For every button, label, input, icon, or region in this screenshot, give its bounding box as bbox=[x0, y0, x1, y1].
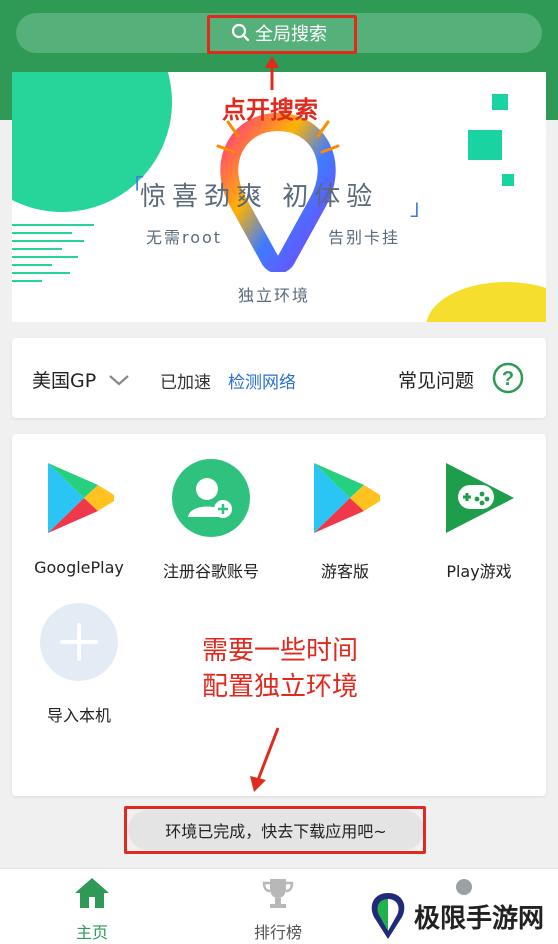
play-games-icon bbox=[446, 463, 514, 533]
app-googleplay[interactable]: GooglePlay bbox=[12, 458, 146, 577]
watermark-logo bbox=[371, 893, 405, 939]
banner-square-decoration bbox=[468, 130, 502, 160]
banner-square-decoration bbox=[502, 174, 514, 186]
banner-yellow-decoration bbox=[426, 282, 546, 322]
annotation-arrow-down bbox=[250, 727, 280, 792]
open-search-annotation: 点开搜索 bbox=[222, 96, 318, 124]
tab-label: 主页 bbox=[75, 923, 108, 942]
svg-text:?: ? bbox=[502, 368, 514, 390]
banner-bottom-text: 独立环境 bbox=[238, 286, 311, 305]
region-card: 美国GP 已加速 检测网络 常见问题 ? bbox=[12, 338, 546, 418]
add-account-icon bbox=[172, 459, 250, 537]
trophy-icon bbox=[262, 879, 294, 908]
banner-left-text: 无需root bbox=[146, 228, 223, 247]
banner-right-text: 告别卡挂 bbox=[328, 228, 401, 247]
annotation-arrow-up bbox=[265, 56, 279, 90]
watermark: 极限手游网 bbox=[366, 888, 558, 944]
tab-ranking[interactable]: 排行榜 bbox=[218, 877, 338, 943]
need-time-annotation-line1: 需要一些时间 bbox=[202, 636, 359, 666]
app-label: 导入本机 bbox=[46, 706, 111, 725]
home-icon bbox=[75, 878, 109, 908]
chevron-down-icon bbox=[109, 375, 129, 386]
tab-label: 排行榜 bbox=[253, 923, 302, 942]
google-play-icon bbox=[48, 463, 114, 533]
app-label: 游客版 bbox=[320, 562, 369, 581]
slogan-bracket-right: 」 bbox=[410, 196, 433, 221]
app-label: GooglePlay bbox=[34, 558, 124, 577]
help-icon[interactable]: ? bbox=[492, 362, 524, 394]
google-play-icon bbox=[314, 463, 380, 533]
banner-lines-decoration bbox=[12, 224, 94, 288]
banner-square-decoration bbox=[492, 94, 508, 110]
app-register-google-account[interactable]: 注册谷歌账号 bbox=[144, 458, 278, 582]
app-label: 注册谷歌账号 bbox=[162, 562, 259, 581]
toast-annotation-box bbox=[124, 806, 426, 854]
watermark-text: 极限手游网 bbox=[414, 903, 545, 934]
need-time-annotation-line2: 配置独立环境 bbox=[202, 672, 359, 702]
app-label: Play游戏 bbox=[446, 562, 512, 581]
acceleration-status: 已加速 bbox=[160, 373, 211, 393]
search-annotation-box bbox=[207, 15, 357, 54]
banner-slogan: 惊喜劲爽 初体验 bbox=[140, 182, 379, 212]
server-name: 美国GP bbox=[32, 370, 97, 392]
tab-home[interactable]: 主页 bbox=[32, 877, 152, 943]
check-network-link[interactable]: 检测网络 bbox=[228, 368, 296, 393]
server-selector[interactable]: 美国GP bbox=[32, 366, 130, 393]
app-play-games[interactable]: Play游戏 bbox=[412, 458, 546, 582]
app-guest-version[interactable]: 游客版 bbox=[278, 458, 412, 582]
app-import-local[interactable]: 导入本机 bbox=[12, 602, 146, 726]
faq-link[interactable]: 常见问题 bbox=[398, 366, 474, 393]
plus-icon bbox=[40, 603, 118, 681]
